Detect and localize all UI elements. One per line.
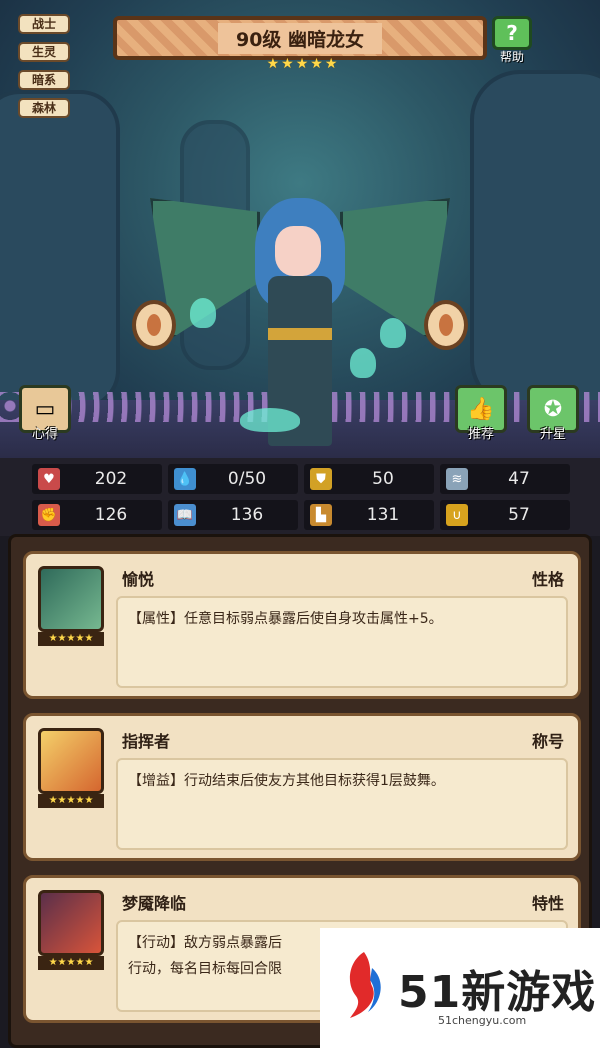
spirit-flame xyxy=(350,348,376,378)
prev-hero-button[interactable] xyxy=(132,300,176,350)
trait-portrait xyxy=(38,566,104,632)
stat-value: 47 xyxy=(508,469,530,489)
hero-character xyxy=(150,178,450,458)
portrait-stars: ★ ★ ★ ★ ★ xyxy=(38,794,104,808)
spirit-flame xyxy=(380,318,406,348)
trait-name: 指挥者 xyxy=(122,732,171,751)
title-banner: 90级 幽暗龙女 xyxy=(113,16,487,60)
next-hero-button[interactable] xyxy=(424,300,468,350)
stat-value: 131 xyxy=(366,505,400,525)
stat-defense: ⛊ 50 xyxy=(304,464,434,494)
horseshoe-icon: ∪ xyxy=(446,504,468,526)
star-icon: ★ xyxy=(324,56,338,72)
trait-type: 称号 xyxy=(531,732,564,751)
chevron-right-icon xyxy=(439,314,453,336)
hero-face xyxy=(275,226,321,276)
watermark-brand: 51新游戏 xyxy=(398,967,597,1018)
stat-value: 136 xyxy=(230,505,264,525)
fist-icon: ✊ xyxy=(38,504,60,526)
star-icon: ★ xyxy=(310,56,323,72)
trait-type: 性格 xyxy=(531,570,564,589)
wing-icon: ≋ xyxy=(446,468,468,490)
trait-card-personality[interactable]: ★ ★ ★ ★ ★ 愉悦 性格 【属性】任意目标弱点暴露后使自身攻击属性+5。 xyxy=(23,551,581,699)
stat-value: 57 xyxy=(508,505,530,525)
stat-agility: ▙ 131 xyxy=(304,500,434,530)
hero-scene: 战士 生灵 暗系 森林 90级 幽暗龙女 ★ ★ ★ ★ ★ ? 帮助 ▭ 心得 👍 推… xyxy=(0,0,600,458)
hero-title: 90级 幽暗龙女 xyxy=(217,22,383,54)
portrait-stars: ★ ★ ★ ★ ★ xyxy=(38,956,104,970)
heart-icon: ♥ xyxy=(38,468,60,490)
spirit-flame xyxy=(190,298,216,328)
stat-speed: ≋ 47 xyxy=(440,464,570,494)
tag-creature[interactable]: 生灵 xyxy=(18,42,70,62)
stat-value: 50 xyxy=(372,469,394,489)
trait-description: 【属性】任意目标弱点暴露后使自身攻击属性+5。 xyxy=(116,596,568,688)
trait-portrait xyxy=(38,728,104,794)
tree-trunk-right xyxy=(470,70,600,410)
watermark: 51新游戏 51chengyu.com xyxy=(320,928,600,1048)
upgrade-label: 升星 xyxy=(539,427,566,442)
trait-name: 愉悦 xyxy=(122,570,155,589)
question-icon: ? xyxy=(492,16,532,50)
trait-card-title[interactable]: ★ ★ ★ ★ ★ 指挥者 称号 【增益】行动结束后使友方其他目标获得1层鼓舞。 xyxy=(23,713,581,861)
tag-dark[interactable]: 暗系 xyxy=(18,70,70,90)
stats-panel: ♥ 202 💧 0/50 ⛊ 50 ≋ 47 ✊ 126 📖 136 ▙ 131… xyxy=(0,458,600,536)
watermark-url: 51chengyu.com xyxy=(438,1014,527,1027)
star-icon: ★ xyxy=(295,56,309,72)
boot-icon: ▙ xyxy=(310,504,332,526)
stat-magic: 📖 136 xyxy=(168,500,298,530)
recommend-label: 推荐 xyxy=(467,427,494,442)
star-icon: ★ xyxy=(281,56,294,72)
stat-health: ♥ 202 xyxy=(32,464,162,494)
recommend-button[interactable]: 👍 推荐 xyxy=(452,385,510,447)
tree-trunk-left xyxy=(0,90,120,410)
shield-icon: ⛊ xyxy=(310,468,332,490)
tag-warrior[interactable]: 战士 xyxy=(18,14,70,34)
chevron-left-icon xyxy=(147,314,161,336)
trait-portrait xyxy=(38,890,104,956)
insight-label: 心得 xyxy=(31,427,58,442)
trait-name: 梦魇降临 xyxy=(122,894,187,913)
help-label: 帮助 xyxy=(499,50,524,64)
spirit-flame xyxy=(240,408,300,432)
portrait-stars: ★ ★ ★ ★ ★ xyxy=(38,632,104,646)
stat-luck: ∪ 57 xyxy=(440,500,570,530)
help-button[interactable]: ? 帮助 xyxy=(490,16,534,66)
hero-belt xyxy=(268,328,332,340)
stat-value: 0/50 xyxy=(227,469,267,489)
water-drop-icon: 💧 xyxy=(174,468,196,490)
book-icon: 📖 xyxy=(174,504,196,526)
stat-attack: ✊ 126 xyxy=(32,500,162,530)
trait-type: 特性 xyxy=(531,894,564,913)
stat-value: 126 xyxy=(94,505,128,525)
stat-mana: 💧 0/50 xyxy=(168,464,298,494)
hero-star-rating: ★ ★ ★ ★ ★ xyxy=(262,56,342,72)
star-icon: ★ xyxy=(266,56,280,72)
upgrade-star-button[interactable]: ✪ 升星 xyxy=(524,385,582,447)
tag-forest[interactable]: 森林 xyxy=(18,98,70,118)
trait-description: 【增益】行动结束后使友方其他目标获得1层鼓舞。 xyxy=(116,758,568,850)
brand-logo-icon xyxy=(349,952,381,1018)
insight-button[interactable]: ▭ 心得 xyxy=(16,385,74,447)
stat-value: 202 xyxy=(94,469,128,489)
